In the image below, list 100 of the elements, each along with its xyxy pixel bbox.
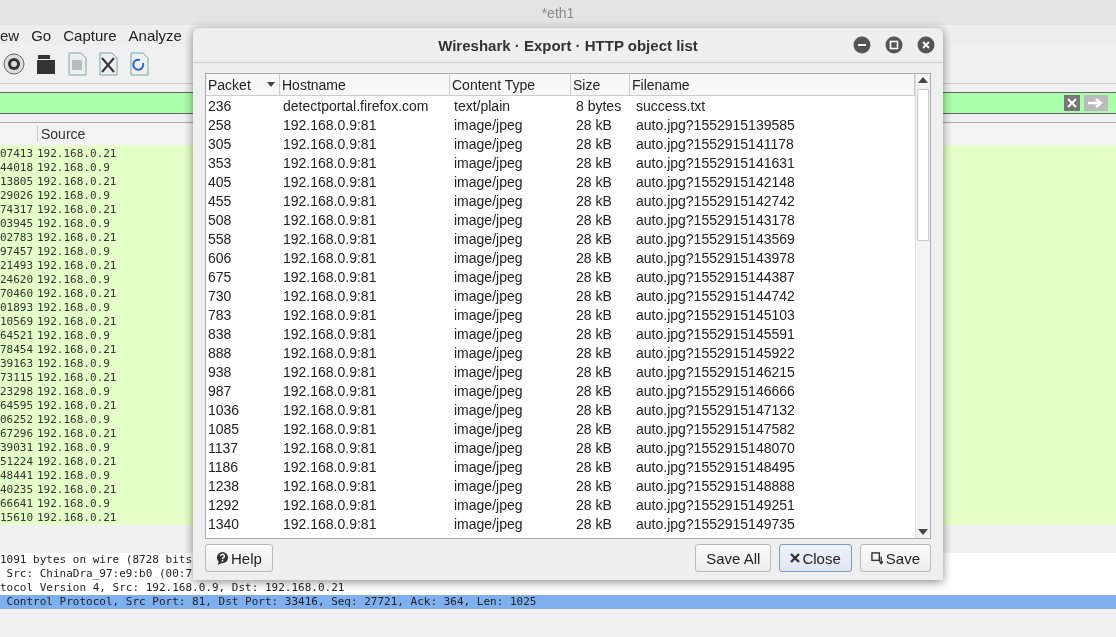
table-cell-text: 67296	[0, 427, 35, 441]
save-all-button[interactable]: Save All	[695, 544, 772, 572]
table-cell-text: auto.jpg?1552915139585	[635, 116, 796, 133]
table-cell-text: 1292	[207, 496, 241, 513]
table-cell-text: 508	[207, 211, 233, 228]
table-cell-text: 558	[207, 230, 233, 247]
table-cell-text: 1036	[207, 401, 241, 418]
table-cell: 192.168.0.9	[37, 217, 110, 231]
table-cell-text: 21493	[0, 259, 35, 273]
table-cell-text: image/jpeg	[453, 211, 524, 228]
table-cell: 192.168.0.21	[37, 147, 117, 161]
table-cell-text: image/jpeg	[453, 420, 524, 437]
table-cell-text: 888	[207, 344, 233, 361]
table-cell: 192.168.0.9	[37, 413, 110, 427]
table-cell: 192.168.0.9	[37, 357, 110, 371]
column-header[interactable]: Packet	[206, 74, 280, 95]
table-cell-text: 455	[207, 192, 233, 209]
table-cell-text: image/jpeg	[453, 344, 524, 361]
table-cell-text: 06252	[0, 413, 35, 427]
table-cell-text: 64595	[0, 399, 35, 413]
column-header[interactable]: Size	[571, 74, 630, 95]
table-cell: 192.168.0.21	[37, 175, 117, 189]
clear-icon[interactable]	[1064, 95, 1080, 111]
scroll-up-icon[interactable]	[918, 77, 928, 83]
minimize-icon[interactable]	[853, 36, 871, 54]
close-button[interactable]: Close	[779, 544, 852, 572]
table-cell-text: 28 kB	[575, 268, 613, 285]
table-cell-text: 28 kB	[575, 306, 613, 323]
table-cell-text: 838	[207, 325, 233, 342]
table-cell-text: auto.jpg?1552915148888	[635, 477, 796, 494]
table-cell-text: 192.168.0.9:81	[282, 211, 378, 228]
table-cell-text: 28 kB	[575, 458, 613, 475]
table-cell-text: auto.jpg?1552915147582	[635, 420, 796, 437]
table-cell-text: 66641	[0, 497, 35, 511]
table-cell-text: 15610	[0, 511, 35, 525]
table-cell-text: 938	[207, 363, 233, 380]
table-cell-text: 987	[207, 382, 233, 399]
table-cell-text: image/jpeg	[453, 515, 524, 532]
scroll-down-icon[interactable]	[918, 529, 928, 535]
scrollbar[interactable]	[915, 74, 930, 538]
table-cell-text: 1137	[207, 439, 240, 456]
table-cell-text: 28 kB	[575, 382, 613, 399]
table-cell-text: 192.168.0.9:81	[282, 249, 378, 266]
table-cell-text: 74317	[0, 203, 35, 217]
table-cell-text: 28 kB	[575, 420, 613, 437]
table-cell-text: 03945	[0, 217, 35, 231]
table-cell-text: auto.jpg?1552915143569	[635, 230, 796, 247]
close-file-icon[interactable]	[98, 52, 118, 76]
column-header[interactable]: Hostname	[280, 74, 450, 95]
sort-icon	[267, 82, 275, 87]
reload-file-icon[interactable]	[129, 52, 149, 76]
table-cell: 192.168.0.21	[37, 511, 117, 525]
save-button[interactable]: Save	[859, 544, 931, 572]
table-cell-text: image/jpeg	[453, 477, 524, 494]
table-cell-text: 1186	[207, 458, 240, 475]
scrollbar-thumb[interactable]	[917, 89, 929, 241]
menu-item[interactable]: Go	[31, 26, 52, 44]
folder-icon[interactable]	[36, 53, 56, 75]
table-cell-text: 28 kB	[575, 477, 613, 494]
table-cell-text: image/jpeg	[453, 401, 524, 418]
settings-icon[interactable]	[3, 53, 25, 75]
table-cell-text: 1340	[207, 515, 241, 532]
table-cell-text: 192.168.0.9:81	[282, 458, 378, 475]
detail-line[interactable]: tocol Version 4, Src: 192.168.0.9, Dst: 192.168.0.21	[0, 581, 1116, 595]
table-cell-text: 70460	[0, 287, 35, 301]
table-cell-text: 44018	[0, 161, 35, 175]
table-cell-text: auto.jpg?1552915148070	[635, 439, 796, 456]
table-cell: 192.168.0.9	[37, 273, 110, 287]
table-cell: 192.168.0.9	[37, 441, 110, 455]
window-title: *eth1	[541, 4, 575, 21]
dialog-title: Wireshark · Export · HTTP object list	[438, 36, 698, 54]
table-cell-text: detectportal.firefox.com	[282, 97, 430, 114]
column-header[interactable]: Source	[37, 126, 86, 142]
table-cell-text: image/jpeg	[453, 363, 524, 380]
table-cell-text: 01893	[0, 301, 35, 315]
menu-item[interactable]: Analyze	[128, 26, 182, 44]
table-cell: 192.168.0.21	[37, 231, 117, 245]
table-cell-text: 28 kB	[575, 116, 613, 133]
table-cell: 192.168.0.21	[37, 315, 117, 329]
table-cell: 192.168.0.9	[37, 245, 110, 259]
menu-item[interactable]: Capture	[63, 26, 117, 44]
table-cell-text: auto.jpg?1552915145103	[635, 306, 796, 323]
column-header[interactable]: Content Type	[450, 74, 571, 95]
table-cell-text: auto.jpg?1552915144742	[635, 287, 796, 304]
table-cell-text: 28 kB	[575, 496, 613, 513]
table-cell-text: auto.jpg?1552915142742	[635, 192, 796, 209]
table-cell-text: 28 kB	[575, 154, 613, 171]
table-cell-text: 1085	[207, 420, 241, 437]
table-cell-text: 40235	[0, 483, 35, 497]
table-cell: 192.168.0.21	[37, 203, 117, 217]
table-cell-text: 28 kB	[575, 344, 613, 361]
table-cell-text: success.txt	[635, 97, 707, 114]
save-icon	[870, 551, 884, 565]
table-cell-text: auto.jpg?1552915148495	[635, 458, 796, 475]
maximize-icon[interactable]	[885, 36, 903, 54]
close-icon[interactable]	[917, 36, 935, 54]
help-button[interactable]: Help	[205, 544, 273, 572]
menu-item[interactable]: ew	[0, 26, 20, 44]
table-cell-text: image/jpeg	[453, 496, 524, 513]
table-cell: 192.168.0.9	[37, 329, 110, 343]
